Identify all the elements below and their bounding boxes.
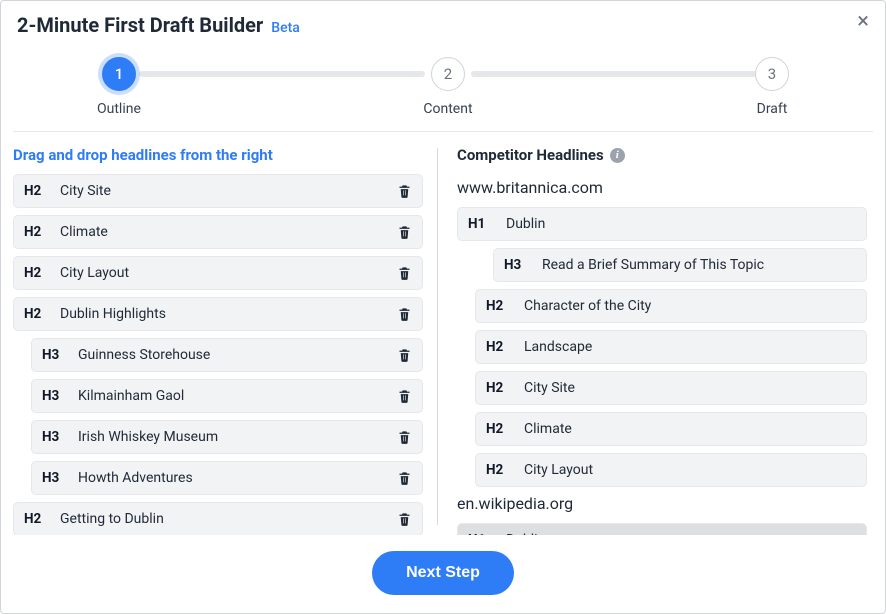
close-icon[interactable]: × (857, 11, 869, 33)
heading-text: Guinness Storehouse (78, 347, 385, 363)
outline-item[interactable]: H2 City Layout (13, 256, 423, 290)
step-label: Outline (97, 101, 141, 117)
competitor-domain: www.britannica.com (457, 178, 867, 197)
modal-header: 2-Minute First Draft Builder Beta × 1 Ou… (1, 1, 885, 131)
step-line (471, 71, 757, 77)
competitor-headline[interactable]: H2 Landscape (475, 330, 867, 364)
competitor-headline[interactable]: H2 City Site (475, 371, 867, 405)
outline-item[interactable]: H2 Climate (13, 215, 423, 249)
outline-item[interactable]: H3 Kilmainham Gaol (31, 379, 423, 413)
stepper: 1 Outline 2 Content 3 Draft (17, 37, 869, 131)
heading-tag: H2 (486, 462, 510, 478)
outline-column-title: Drag and drop headlines from the right (13, 146, 429, 164)
heading-tag: H3 (42, 347, 66, 363)
heading-tag: H3 (42, 470, 66, 486)
step-circle: 2 (431, 57, 465, 91)
outline-item[interactable]: H3 Irish Whiskey Museum (31, 420, 423, 454)
draft-builder-modal: 2-Minute First Draft Builder Beta × 1 Ou… (0, 0, 886, 614)
step-draft[interactable]: 3 Draft (755, 57, 789, 117)
trash-icon[interactable] (397, 224, 412, 240)
heading-text: City Site (524, 380, 856, 396)
outline-item[interactable]: H3 Guinness Storehouse (31, 338, 423, 372)
outline-column: Drag and drop headlines from the right H… (13, 144, 437, 535)
heading-tag: H2 (24, 224, 48, 240)
heading-text: City Site (60, 183, 385, 199)
heading-text: Dublin Highlights (60, 306, 385, 322)
competitor-list[interactable]: www.britannica.com H1 Dublin H3 Read a Brief… (457, 174, 873, 535)
step-line (139, 71, 425, 77)
heading-text: Climate (60, 224, 385, 240)
trash-icon[interactable] (397, 265, 412, 281)
heading-text: Dublin (506, 216, 856, 232)
outline-item[interactable]: H2 Getting to Dublin (13, 502, 423, 535)
heading-tag: H3 (42, 388, 66, 404)
trash-icon[interactable] (397, 306, 412, 322)
competitor-column-title: Competitor Headlines i (457, 146, 873, 164)
heading-text: Landscape (524, 339, 856, 355)
competitor-headline[interactable]: H3 Read a Brief Summary of This Topic (493, 248, 867, 282)
step-circle: 1 (102, 57, 136, 91)
step-label: Content (423, 101, 472, 117)
next-step-button[interactable]: Next Step (372, 551, 514, 595)
competitor-headline[interactable]: H1 Dublin (457, 207, 867, 241)
competitor-column: Competitor Headlines i www.britannica.co… (437, 144, 873, 535)
trash-icon[interactable] (397, 183, 412, 199)
heading-text: Irish Whiskey Museum (78, 429, 385, 445)
heading-tag: H2 (24, 183, 48, 199)
step-circle: 3 (755, 57, 789, 91)
trash-icon[interactable] (397, 388, 412, 404)
trash-icon[interactable] (397, 347, 412, 363)
trash-icon[interactable] (397, 429, 412, 445)
heading-tag: H2 (486, 339, 510, 355)
competitor-headline[interactable]: H2 City Layout (475, 453, 867, 487)
outline-item[interactable]: H2 Dublin Highlights (13, 297, 423, 331)
heading-text: City Layout (60, 265, 385, 281)
heading-tag: H2 (486, 298, 510, 314)
competitor-domain: en.wikipedia.org (457, 494, 867, 513)
heading-text: Howth Adventures (78, 470, 385, 486)
step-content[interactable]: 2 Content (423, 57, 472, 117)
trash-icon[interactable] (397, 470, 412, 486)
heading-text: Getting to Dublin (60, 511, 385, 527)
modal-footer: Next Step (1, 535, 885, 613)
heading-tag: H2 (486, 421, 510, 437)
competitor-headline[interactable]: H1 Dublin (457, 523, 867, 535)
heading-text: City Layout (524, 462, 856, 478)
competitor-title-text: Competitor Headlines (457, 146, 604, 164)
outline-item[interactable]: H3 Howth Adventures (31, 461, 423, 495)
competitor-headline[interactable]: H2 Climate (475, 412, 867, 446)
heading-tag: H2 (486, 380, 510, 396)
step-label: Draft (757, 101, 788, 117)
heading-tag: H3 (504, 257, 528, 273)
heading-tag: H2 (24, 306, 48, 322)
beta-badge: Beta (271, 20, 300, 36)
modal-title: 2-Minute First Draft Builder (17, 13, 263, 37)
heading-text: Dublin (506, 532, 856, 535)
heading-text: Character of the City (524, 298, 856, 314)
trash-icon[interactable] (397, 511, 412, 527)
column-divider (437, 148, 438, 525)
heading-text: Kilmainham Gaol (78, 388, 385, 404)
outline-item[interactable]: H2 City Site (13, 174, 423, 208)
outline-list[interactable]: H2 City Site H2 Climate H2 City Layout H2 Dubli… (13, 174, 429, 535)
info-icon[interactable]: i (610, 148, 625, 163)
heading-tag: H2 (24, 511, 48, 527)
modal-body: Drag and drop headlines from the right H… (1, 132, 885, 535)
heading-tag: H1 (468, 532, 492, 535)
competitor-headline[interactable]: H2 Character of the City (475, 289, 867, 323)
heading-tag: H3 (42, 429, 66, 445)
heading-text: Read a Brief Summary of This Topic (542, 257, 856, 273)
heading-tag: H1 (468, 216, 492, 232)
heading-text: Climate (524, 421, 856, 437)
step-outline[interactable]: 1 Outline (97, 57, 141, 117)
heading-tag: H2 (24, 265, 48, 281)
